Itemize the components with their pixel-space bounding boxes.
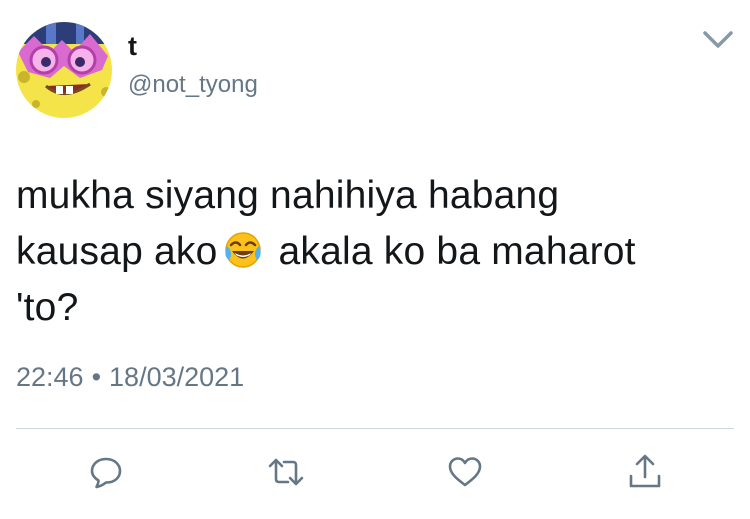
retweet-button[interactable] bbox=[266, 452, 306, 492]
tweet-text-segment: akala ko ba maharot bbox=[278, 230, 636, 273]
timestamp-separator: • bbox=[91, 362, 102, 392]
divider bbox=[16, 428, 734, 429]
user-handle[interactable]: @not_tyong bbox=[128, 70, 258, 100]
tweet-text: mukha siyang nahihiya habang kausap ako … bbox=[16, 168, 716, 336]
like-button[interactable] bbox=[445, 452, 485, 492]
tweet-text-line: 'to? bbox=[16, 286, 79, 329]
face-with-tears-of-joy-icon bbox=[223, 230, 263, 270]
tweet-timestamp[interactable]: 22:46 • 18/03/2021 bbox=[16, 360, 244, 394]
tweet-text-segment: kausap ako bbox=[16, 230, 218, 273]
tweet-date: 18/03/2021 bbox=[109, 362, 245, 392]
display-name[interactable]: t bbox=[128, 30, 137, 62]
retweet-icon bbox=[268, 458, 304, 486]
reply-icon bbox=[90, 457, 122, 489]
tweet-text-line: kausap ako akala ko ba maharot bbox=[16, 224, 716, 280]
avatar-image bbox=[16, 22, 112, 118]
chevron-down-icon[interactable] bbox=[700, 28, 736, 52]
share-button[interactable] bbox=[625, 452, 665, 492]
tweet-time: 22:46 bbox=[16, 362, 84, 392]
share-icon bbox=[629, 454, 661, 488]
tweet-text-line: mukha siyang nahihiya habang bbox=[16, 174, 560, 217]
like-icon bbox=[448, 457, 482, 487]
avatar[interactable] bbox=[16, 22, 112, 118]
reply-button[interactable] bbox=[86, 452, 126, 492]
